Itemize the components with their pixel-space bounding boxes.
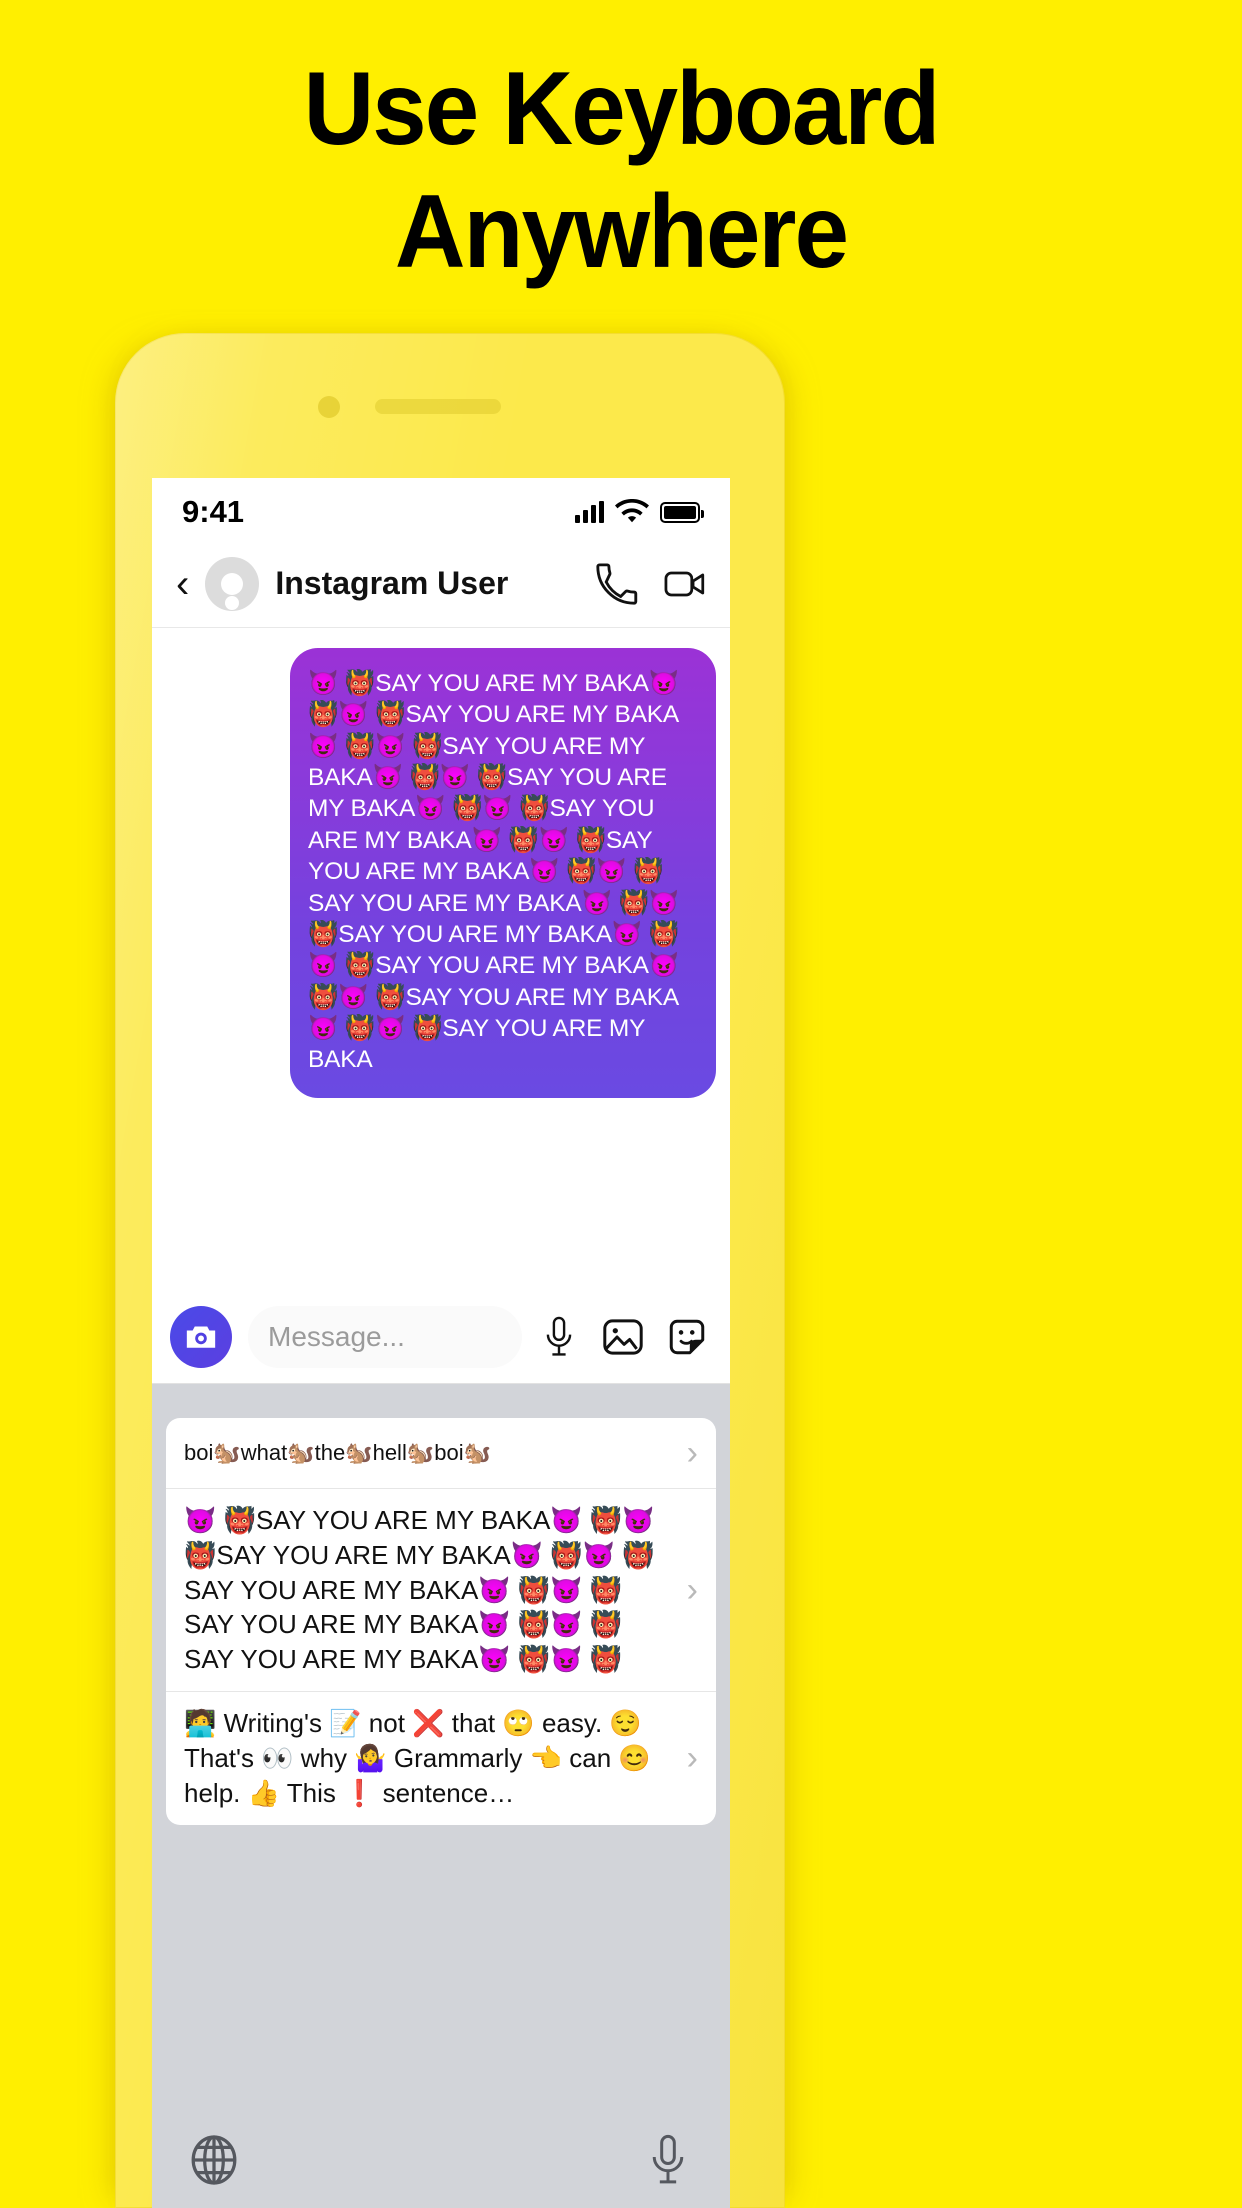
keyboard-toolbar — [152, 2112, 730, 2208]
chevron-right-icon[interactable]: › — [681, 1571, 698, 1610]
cellular-bars-icon — [575, 501, 604, 523]
keyboard-panel: boi🐿️what🐿️the🐿️hell🐿️boi🐿️ › 😈 👹SAY YOU… — [152, 1384, 730, 2208]
outgoing-message-bubble[interactable]: 😈 👹SAY YOU ARE MY BAKA😈 👹😈 👹SAY YOU ARE … — [290, 648, 716, 1098]
headline-line-2: Anywhere — [394, 173, 849, 290]
suggestion-baka[interactable]: 😈 👹SAY YOU ARE MY BAKA😈 👹😈 👹SAY YOU ARE … — [166, 1488, 716, 1691]
suggestion-list: boi🐿️what🐿️the🐿️hell🐿️boi🐿️ › 😈 👹SAY YOU… — [166, 1418, 716, 1825]
suggestion-boi[interactable]: boi🐿️what🐿️the🐿️hell🐿️boi🐿️ › — [166, 1418, 716, 1488]
camera-icon — [186, 1326, 216, 1348]
message-input[interactable]: Message... — [248, 1305, 522, 1368]
camera-button[interactable] — [170, 1305, 232, 1368]
chevron-right-icon[interactable]: › — [681, 1434, 698, 1473]
input-bar-actions — [538, 1316, 712, 1358]
phone-icon[interactable] — [596, 562, 638, 605]
microphone-icon[interactable] — [538, 1316, 580, 1358]
back-button[interactable]: ‹ — [176, 564, 189, 604]
suggestion-text: 🧑‍💻 Writing's 📝 not ❌ that 🙄 easy. 😌 Tha… — [184, 1708, 651, 1808]
phone-screen: 9:41 ‹ Instagram User 😈 👹SAY YOU ARE MY … — [152, 478, 730, 2208]
suggestion-text: 😈 👹SAY YOU ARE MY BAKA😈 👹😈 👹SAY YOU ARE … — [184, 1505, 655, 1675]
chat-header-actions — [596, 562, 706, 605]
message-input-bar: Message... — [152, 1290, 730, 1384]
globe-icon[interactable] — [188, 2134, 240, 2186]
chat-header: ‹ Instagram User — [152, 540, 730, 628]
status-bar: 9:41 — [152, 478, 730, 540]
earpiece-speaker — [375, 399, 501, 414]
wifi-icon — [615, 499, 649, 523]
suggestion-grammarly[interactable]: 🧑‍💻 Writing's 📝 not ❌ that 🙄 easy. 😌 Tha… — [166, 1691, 716, 1824]
front-camera-icon — [318, 396, 340, 418]
message-list: 😈 👹SAY YOU ARE MY BAKA😈 👹😈 👹SAY YOU ARE … — [152, 628, 730, 1098]
suggestion-text: boi🐿️what🐿️the🐿️hell🐿️boi🐿️ — [184, 1440, 491, 1466]
avatar[interactable] — [205, 556, 260, 611]
battery-full-icon — [660, 501, 704, 523]
sticker-icon[interactable] — [666, 1316, 708, 1358]
headline-line-1: Use Keyboard — [303, 51, 941, 167]
phone-mockup: 9:41 ‹ Instagram User 😈 👹SAY YOU ARE MY … — [115, 333, 785, 2208]
video-camera-icon[interactable] — [664, 563, 706, 605]
promo-headline: Use Keyboard Anywhere — [37, 48, 1204, 293]
photo-gallery-icon[interactable] — [602, 1316, 644, 1358]
peer-name: Instagram User — [275, 565, 509, 601]
chevron-right-icon[interactable]: › — [681, 1739, 698, 1778]
status-time: 9:41 — [182, 494, 245, 529]
status-indicators — [575, 499, 704, 525]
dictation-microphone-icon[interactable] — [642, 2134, 694, 2186]
